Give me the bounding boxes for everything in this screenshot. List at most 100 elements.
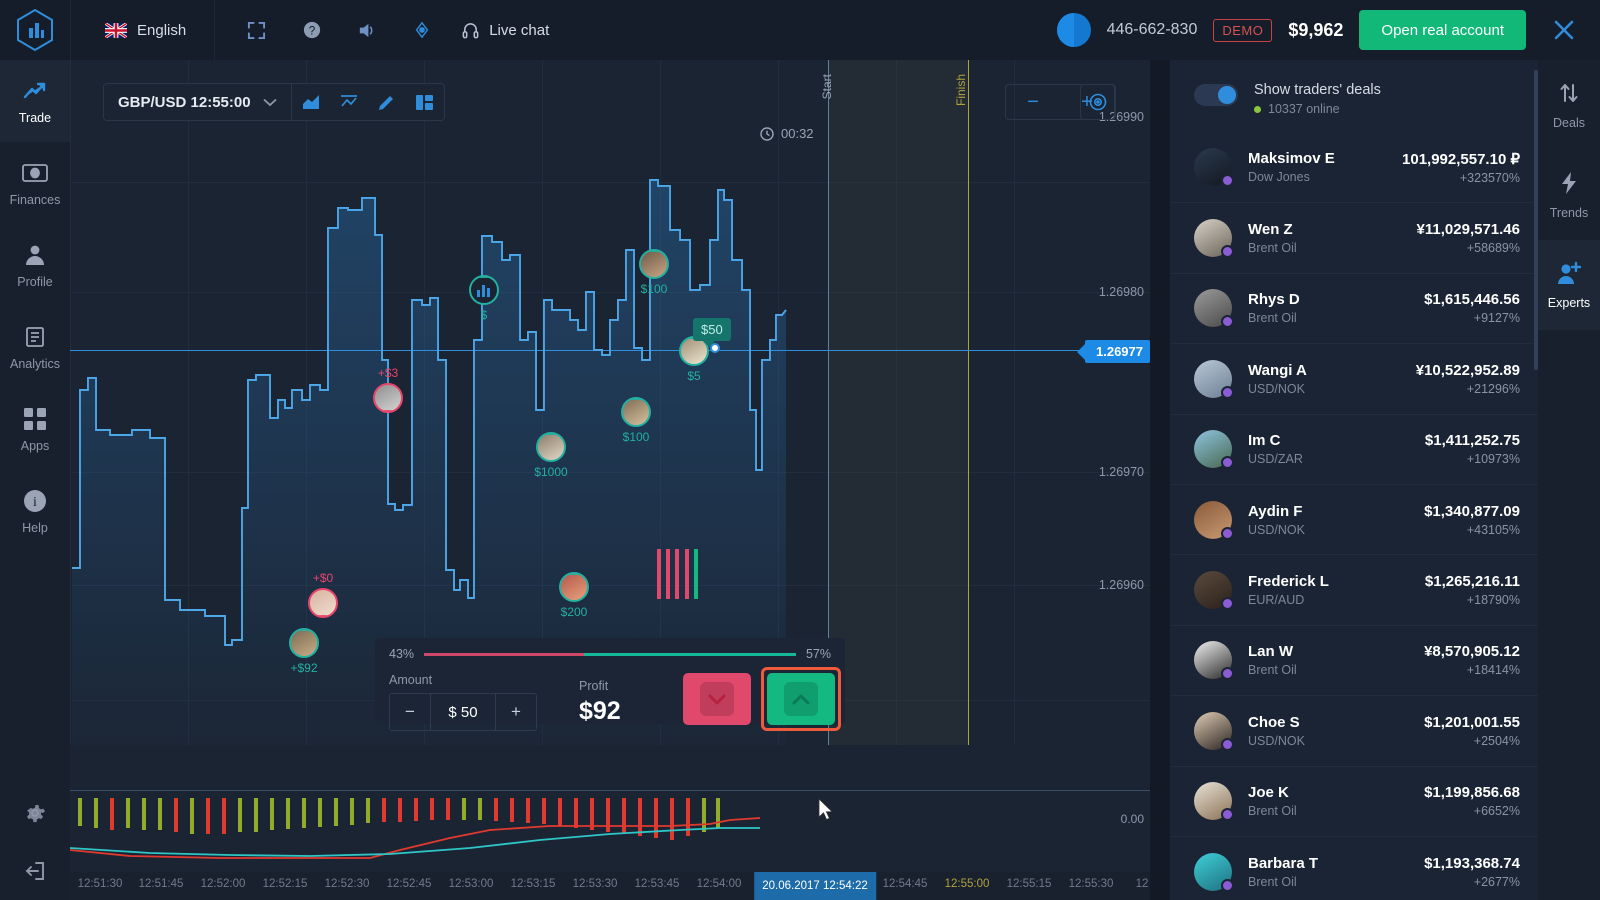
amount-decrease-button[interactable]: − [390,694,430,730]
deal-row-values: $1,199,856.68 +6652% [1424,784,1520,818]
sidebar-item-experts[interactable]: Experts [1538,240,1600,330]
deal-row-2[interactable]: Rhys D Brent Oil $1,615,446.56 +9127% [1170,272,1538,343]
live-chat-button[interactable]: Live chat [449,0,571,60]
deal-amount: ¥11,029,571.46 [1416,221,1520,239]
put-down-button[interactable] [682,673,751,725]
deal-row-6[interactable]: Frederick L EUR/AUD $1,265,216.11 +18790… [1170,554,1538,624]
marker-avatar [639,249,669,279]
crosshair-icon[interactable] [1080,84,1116,120]
marker-label: +$92 [290,661,318,675]
deal-marker-call-100b[interactable]: $100 [639,249,669,296]
open-real-account-button[interactable]: Open real account [1359,10,1526,50]
svg-text:i: i [33,495,37,510]
deal-row-4[interactable]: Im C USD/ZAR $1,411,252.75 +10973% [1170,413,1538,484]
deal-tag-50[interactable]: $50 [693,318,731,347]
amount-stepper[interactable]: − $ 50 + [389,693,537,731]
time-tick-14: 12:55:30 [1068,878,1114,890]
marker-pointer [567,574,581,575]
help-icon[interactable]: ? [284,0,339,60]
sound-icon[interactable] [339,0,394,60]
call-up-button[interactable] [766,673,835,725]
close-icon[interactable] [1542,0,1586,60]
area-chart-icon[interactable] [292,84,330,120]
deal-percent: +43105% [1466,522,1520,537]
marker-avatar [536,432,566,462]
deal-row-5[interactable]: Aydin F USD/NOK $1,340,877.09 +43105% [1170,483,1538,554]
deal-marker-put-0[interactable]: +$0 [308,571,338,618]
sidebar-item-apps[interactable]: Apps [0,388,70,470]
avatar [1194,289,1234,329]
open-position-dot [710,343,720,353]
indicator-pane: 0.00 [70,750,1150,880]
deal-marker-call-92[interactable]: +$92 [289,628,319,675]
trader-name: Wen Z [1248,221,1293,239]
deal-row-values: ¥11,029,571.46 +58689% [1417,221,1520,255]
chart-area[interactable]: Start Finish GBP/USD 12:55:00 00:32 − + … [70,60,1150,900]
logo-icon [17,8,53,52]
deal-row-info: Rhys D Brent Oil [1248,291,1424,325]
sidebar-item-deals[interactable]: Deals [1538,60,1600,150]
deal-row-8[interactable]: Choe S USD/NOK $1,201,001.55 +2504% [1170,695,1538,765]
sidebar-item-trends[interactable]: Trends [1538,150,1600,240]
time-tick-9: 12:53:45 [634,878,680,890]
deal-amount: ¥8,570,905.12 [1424,643,1520,661]
logout-icon[interactable] [0,842,70,900]
time-tick-10: 12:54:00 [696,878,742,890]
layout-icon[interactable] [406,84,444,120]
sidebar-label-apps: Apps [20,438,50,453]
sidebar-item-profile[interactable]: Profile [0,224,70,306]
mini-candles-icon [657,549,698,599]
trader-asset: USD/NOK [1248,381,1305,396]
language-selector[interactable]: English [71,0,214,60]
platform-logo[interactable] [0,0,70,60]
payout-bar-right [583,652,796,656]
payout-left-pct: 43% [389,647,415,661]
asset-name: GBP/USD 12:55:00 [118,93,251,111]
marker-pointer [647,251,661,252]
time-tick-2: 12:52:00 [200,878,246,890]
time-tick-3: 12:52:15 [262,878,308,890]
deal-row-1[interactable]: Wen Z Brent Oil ¥11,029,571.46 +58689% [1170,202,1538,272]
deal-row-0[interactable]: Maksimov E Dow Jones 101,992,557.10 ₽ +3… [1170,132,1538,202]
deal-row-7[interactable]: Lan W Brent Oil ¥8,570,905.12 +18414% [1170,624,1538,695]
sidebar-label-trends: Trends [1549,205,1589,220]
gear-icon[interactable] [0,784,70,842]
account-avatar[interactable] [1056,13,1091,47]
deal-marker-call-1000[interactable]: $1000 [534,432,568,479]
trader-asset: EUR/AUD [1248,593,1305,608]
marker-avatar [469,275,499,305]
trader-asset: Brent Oil [1248,241,1297,256]
zoom-out-button[interactable]: − [1006,91,1060,114]
amount-increase-button[interactable]: + [496,694,536,730]
time-tick-5: 12:52:45 [386,878,432,890]
deal-marker-call-200[interactable]: $200 [559,572,589,619]
deal-marker-call-100a[interactable]: $100 [621,397,651,444]
asset-selector[interactable]: GBP/USD 12:55:00 [104,84,291,120]
deal-row-9[interactable]: Joe K Brent Oil $1,199,856.68 +6652% [1170,765,1538,836]
language-label: English [137,21,187,39]
pencil-icon[interactable] [368,84,406,120]
line-chart-icon[interactable] [330,84,368,120]
uk-flag-icon [105,22,127,38]
trader-name: Choe S [1248,713,1300,731]
deal-row-10[interactable]: Barbara T Brent Oil $1,193,368.74 +2677% [1170,835,1538,900]
sidebar-label-experts: Experts [1547,295,1591,310]
amount-input[interactable]: $ 50 [430,694,496,730]
deal-row-values: ¥8,570,905.12 +18414% [1424,643,1520,677]
deal-row-3[interactable]: Wangi A USD/NOK ¥10,522,952.89 +21296% [1170,343,1538,413]
deal-amount: $1,201,001.55 [1424,713,1520,731]
show-traders-deals-toggle[interactable] [1194,84,1238,106]
sidebar-item-analytics[interactable]: Analytics [0,306,70,388]
deal-marker-generic[interactable]: $ [469,275,499,322]
deal-marker-put-3[interactable]: +$3 [373,366,403,413]
sidebar-item-finances[interactable]: Finances [0,142,70,224]
fullscreen-icon[interactable] [229,0,284,60]
time-tick-0: 12:51:30 [77,878,123,890]
deal-row-info: Lan W Brent Oil [1248,643,1424,677]
profit-label: Profit [579,679,609,693]
sidebar-item-trade[interactable]: Trade [0,60,70,142]
sidebar-item-help[interactable]: i Help [0,470,70,552]
deal-row-info: Choe S USD/NOK [1248,714,1424,748]
time-tick-12: 12:55:00 [944,878,990,890]
theme-icon[interactable] [394,0,449,60]
